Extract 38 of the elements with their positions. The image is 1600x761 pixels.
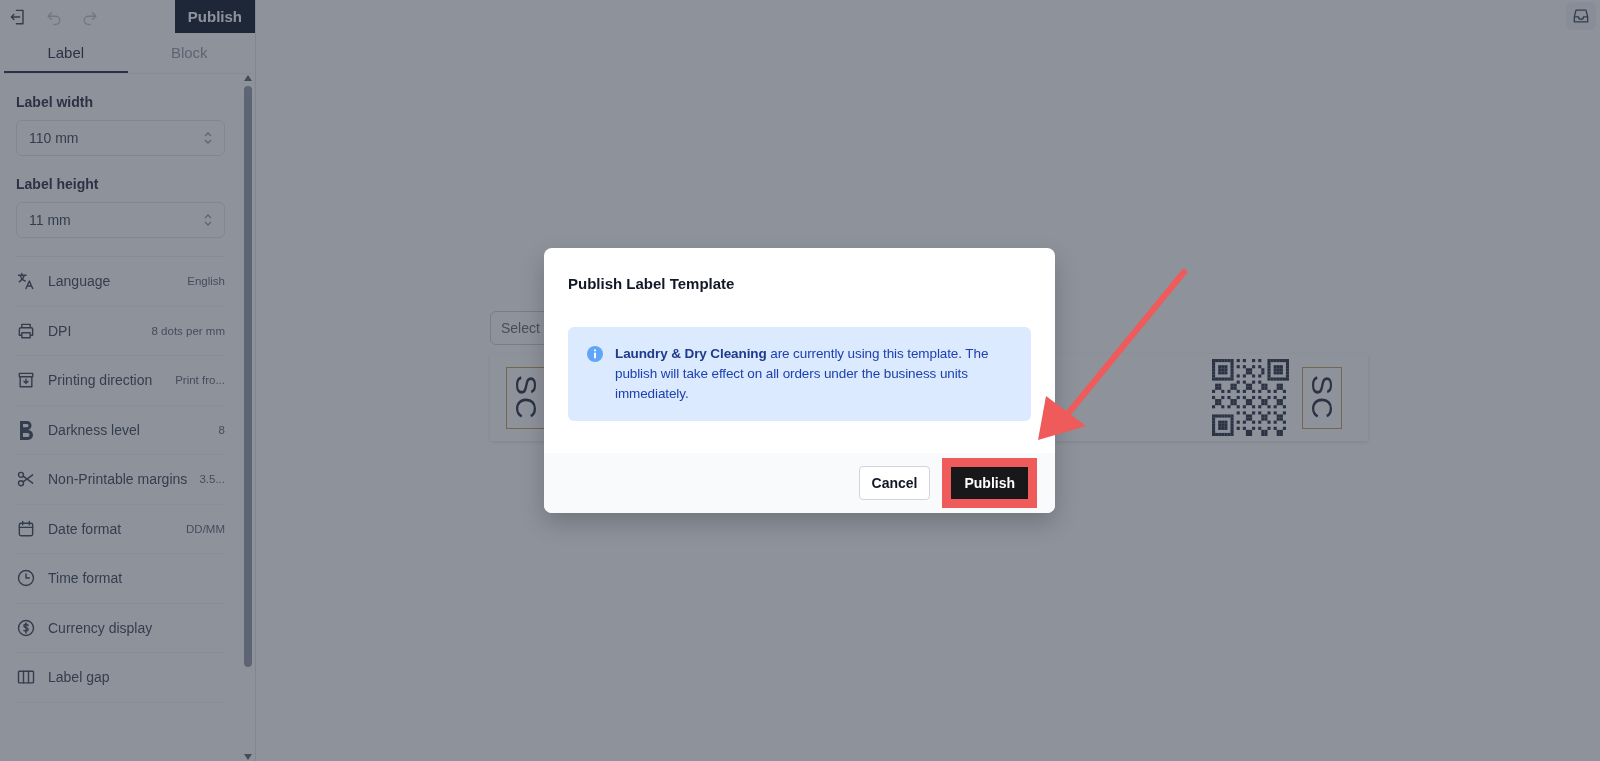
scroll-up-icon[interactable] <box>243 74 253 82</box>
publish-button[interactable]: Publish <box>951 467 1028 499</box>
spinner-icon[interactable] <box>202 212 214 228</box>
field-label: Label height <box>16 176 100 192</box>
setting-label: Label gap <box>48 669 110 686</box>
info-message: Laundry & Dry Cleaning are currently using this template. The publish will take effect on all orders under the business units immediately. <box>615 345 990 403</box>
setting-label: Printing direction <box>48 372 153 389</box>
dialog-title: Publish Label Template <box>567 274 736 292</box>
cancel-button[interactable]: Cancel <box>858 466 931 500</box>
dollar-circle-icon <box>16 617 36 638</box>
inbox-icon[interactable] <box>1566 2 1596 30</box>
tab[interactable]: Label <box>4 33 128 73</box>
number-field[interactable]: 110 mm <box>16 120 225 156</box>
setting-value: 8 <box>218 423 225 436</box>
setting-value: English <box>187 275 225 288</box>
info-icon <box>586 345 604 363</box>
setting-label: Non-Printable margins <box>48 471 188 488</box>
setting-value: 8 dots per mm <box>151 324 225 337</box>
setting-value: Print fro... <box>175 374 225 387</box>
publish-button[interactable]: Publish <box>174 0 255 33</box>
setting-value: 3.5... <box>199 473 225 486</box>
label-text: SC <box>1307 374 1337 421</box>
setting-label: Currency display <box>48 619 153 636</box>
number-field[interactable]: 11 mm <box>16 202 225 238</box>
field-label: Label width <box>16 94 94 110</box>
clock-icon <box>16 568 36 589</box>
setting-label: Time format <box>48 570 123 587</box>
setting-label: DPI <box>48 322 72 339</box>
spinner-icon[interactable] <box>202 130 214 146</box>
scroll-down-icon[interactable] <box>243 753 253 761</box>
calendar-icon <box>16 518 36 539</box>
translate-icon <box>16 271 36 292</box>
setting-label: Language <box>48 273 111 290</box>
setting-value: DD/MM <box>186 522 225 535</box>
label-text: SC <box>511 374 541 421</box>
setting-label: Date format <box>48 520 122 537</box>
scrollbar-thumb[interactable] <box>244 86 252 667</box>
setting-label: Darkness level <box>48 421 140 438</box>
